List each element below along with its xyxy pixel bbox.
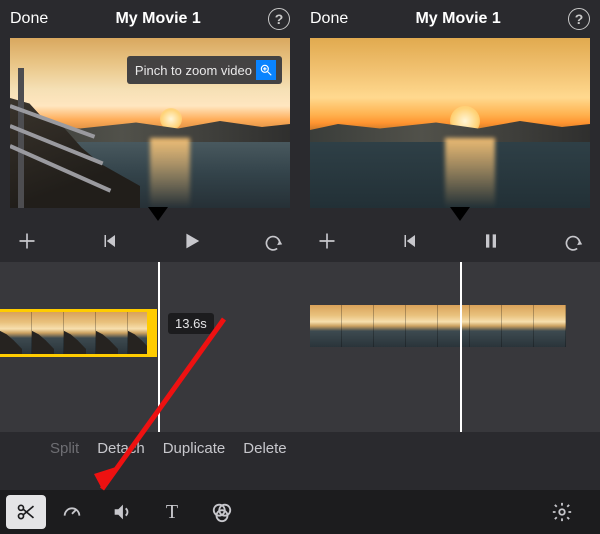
- bottom-toolbar: [300, 490, 600, 534]
- speed-tool[interactable]: [48, 495, 96, 529]
- add-media-button[interactable]: [314, 231, 340, 251]
- video-preview[interactable]: Pinch to zoom video: [10, 38, 290, 208]
- split-action[interactable]: Split: [50, 440, 79, 457]
- filters-tool[interactable]: [198, 495, 246, 529]
- detach-action[interactable]: Detach: [97, 440, 145, 457]
- top-bar: Done My Movie 1 ?: [300, 0, 600, 38]
- playhead[interactable]: [460, 262, 462, 432]
- volume-tool[interactable]: [98, 495, 146, 529]
- settings-button[interactable]: [538, 495, 586, 529]
- project-title: My Movie 1: [415, 10, 500, 28]
- video-preview[interactable]: [310, 38, 590, 208]
- bottom-toolbar: T: [0, 490, 300, 534]
- skip-back-button[interactable]: [96, 232, 122, 250]
- zoom-hint-label: Pinch to zoom video: [135, 63, 252, 78]
- play-button[interactable]: [178, 230, 204, 252]
- clip-action-menu: Split Detach Duplicate Delete: [50, 433, 300, 463]
- undo-button[interactable]: [260, 231, 286, 251]
- transport-bar: [300, 222, 600, 260]
- timeline-clip[interactable]: [310, 302, 570, 350]
- pause-button[interactable]: [478, 231, 504, 251]
- done-button[interactable]: Done: [310, 10, 348, 28]
- playhead-marker-icon: [450, 207, 470, 221]
- transport-bar: [0, 222, 300, 260]
- duplicate-action[interactable]: Duplicate: [163, 440, 226, 457]
- clip-duration-badge: 13.6s: [168, 313, 214, 334]
- top-bar: Done My Movie 1 ?: [0, 0, 300, 38]
- timeline-clip[interactable]: [0, 309, 157, 357]
- scissors-tool[interactable]: [6, 495, 46, 529]
- help-button[interactable]: ?: [568, 8, 590, 30]
- project-title: My Movie 1: [115, 10, 200, 28]
- delete-action[interactable]: Delete: [243, 440, 286, 457]
- zoom-in-icon[interactable]: [256, 60, 276, 80]
- timeline[interactable]: [0, 262, 300, 432]
- playhead-marker-icon: [148, 207, 168, 221]
- skip-back-button[interactable]: [396, 232, 422, 250]
- done-button[interactable]: Done: [10, 10, 48, 28]
- editor-panel-right: Done My Movie 1 ?: [300, 0, 600, 534]
- add-media-button[interactable]: [14, 231, 40, 251]
- zoom-hint: Pinch to zoom video: [127, 56, 282, 84]
- editor-panel-left: Done My Movie 1 ? Pinch to zoom video: [0, 0, 300, 534]
- playhead[interactable]: [158, 262, 160, 432]
- undo-button[interactable]: [560, 231, 586, 251]
- help-button[interactable]: ?: [268, 8, 290, 30]
- timeline[interactable]: [300, 262, 600, 432]
- title-tool[interactable]: T: [148, 495, 196, 529]
